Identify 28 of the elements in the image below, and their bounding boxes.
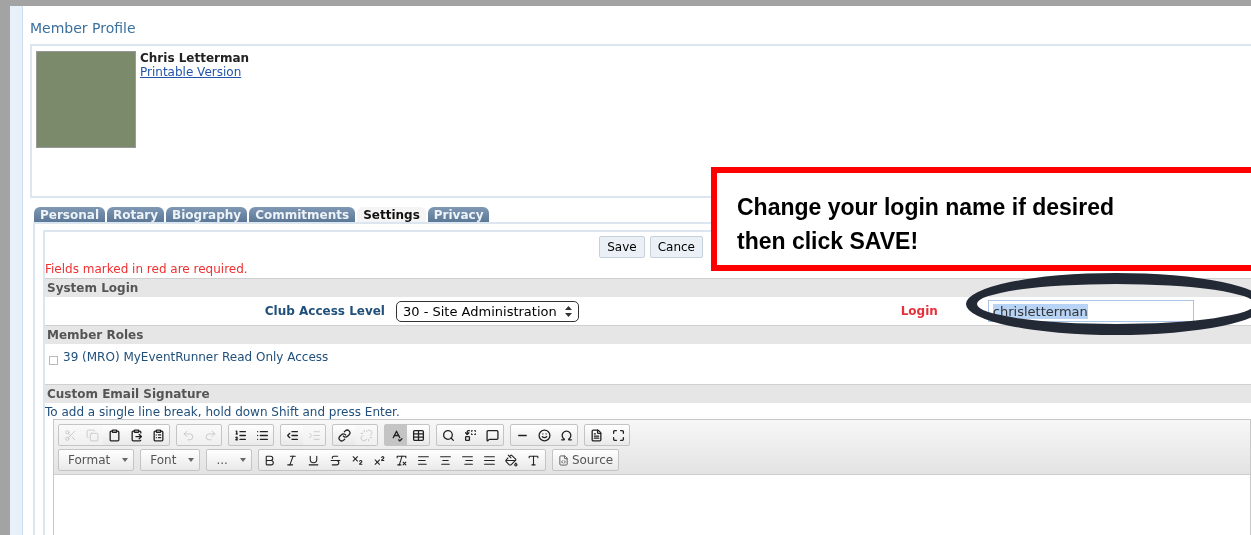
source-button[interactable]: Source xyxy=(551,449,620,471)
spellcheck-icon[interactable] xyxy=(385,425,407,445)
caret-icon xyxy=(122,458,129,462)
tab[interactable]: Settings xyxy=(357,207,426,222)
section-header: Member Roles xyxy=(45,325,1251,344)
field-label: Login xyxy=(900,304,938,318)
toolbar-dropdown[interactable]: ... xyxy=(206,449,252,471)
cancel-button[interactable]: Cance xyxy=(649,236,703,258)
section-header: System Login xyxy=(45,278,1251,297)
signature-hint: To add a single line break, hold down Shift and press Enter. xyxy=(45,404,401,419)
required-note: Fields marked in red are required. xyxy=(45,261,249,278)
page-title: Member Profile xyxy=(30,20,137,36)
member-name: Chris Letterman xyxy=(140,51,250,65)
role-label: 39 (MRO) MyEventRunner Read Only Access xyxy=(63,350,329,364)
login-name-field[interactable]: chrisletterman xyxy=(987,300,1194,322)
section-header: Custom Email Signature xyxy=(45,384,1251,403)
printable-version-link[interactable]: Printable Version xyxy=(140,65,250,79)
field-label: Club Access Level xyxy=(263,304,385,318)
save-button[interactable]: Save xyxy=(599,236,645,258)
role-checkbox[interactable] xyxy=(49,356,58,365)
caret-icon xyxy=(239,458,246,462)
callout-text: Change your login name if desired then click SAVE! xyxy=(737,193,1115,256)
document-icon xyxy=(557,454,569,466)
caret-icon xyxy=(188,458,195,462)
toolbar-dropdown[interactable]: Format xyxy=(58,449,135,471)
toolbar-dropdown[interactable]: Font xyxy=(140,449,201,471)
access-level-select[interactable]: 30 - Site Administration xyxy=(396,300,579,322)
up-down-caret-icon xyxy=(564,305,572,317)
